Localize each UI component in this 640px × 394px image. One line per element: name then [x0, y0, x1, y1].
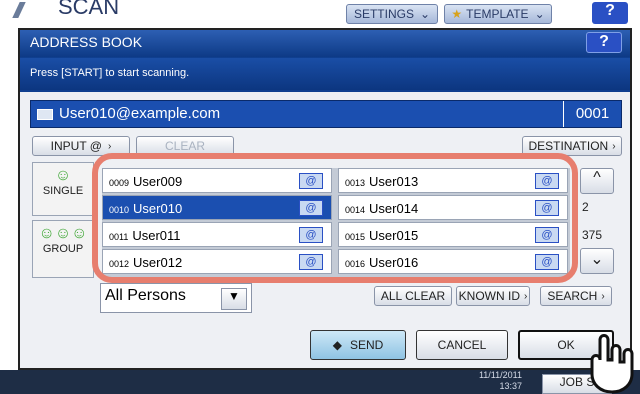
settings-button[interactable]: SETTINGS ⌄	[346, 4, 438, 24]
app-title: SCAN	[58, 0, 120, 19]
search-button[interactable]: SEARCH ›	[540, 286, 612, 306]
dropdown-arrow-icon: ▼	[221, 288, 247, 310]
chevron-right-icon: ›	[601, 290, 605, 302]
star-icon: ★	[451, 7, 463, 21]
filter-dropdown[interactable]: All Persons ▼	[100, 283, 252, 313]
dialog-title: ADDRESS BOOK ?	[20, 30, 630, 57]
chevron-right-icon: ›	[107, 140, 112, 152]
chevron-up-icon: ^	[593, 169, 601, 186]
chevron-down-icon: ⌄	[419, 7, 431, 21]
page-up-button[interactable]: ^	[580, 168, 614, 194]
scan-message: Press [START] to start scanning.	[20, 58, 630, 90]
help-button-top[interactable]: ?	[592, 2, 628, 24]
chevron-down-icon: ⌄	[590, 251, 604, 268]
selected-address-bar: User010@example.com 0001	[30, 100, 622, 128]
highlight-outline	[92, 153, 578, 283]
selected-address: User010@example.com	[59, 105, 221, 122]
all-clear-button[interactable]: ALL CLEAR	[374, 286, 452, 306]
dialog-help-button[interactable]: ?	[586, 32, 622, 53]
clock: 11/11/2011 13:37	[478, 370, 522, 391]
person-icon: ☺	[54, 167, 72, 184]
email-icon	[37, 109, 53, 120]
hand-cursor-icon	[590, 334, 634, 394]
tab-group[interactable]: ☺☺☺ GROUP	[32, 220, 94, 278]
chevron-right-icon: ›	[612, 140, 616, 152]
top-bar: SCAN SETTINGS ⌄ ★ TEMPLATE ⌄ ?	[0, 0, 640, 30]
cancel-button[interactable]: CANCEL	[416, 330, 508, 360]
selected-count: 0001	[563, 101, 621, 127]
send-icon: ◆	[332, 338, 342, 352]
known-id-button[interactable]: KNOWN ID ›	[456, 286, 530, 306]
chevron-down-icon: ⌄	[534, 7, 545, 21]
page-down-button[interactable]: ⌄	[580, 248, 614, 274]
page-current: 2	[582, 200, 589, 214]
page-total: 375	[582, 228, 603, 242]
send-button[interactable]: ◆ SEND	[310, 330, 406, 360]
group-icon: ☺☺☺	[38, 225, 88, 242]
template-button[interactable]: ★ TEMPLATE ⌄	[444, 4, 552, 24]
tab-single[interactable]: ☺ SINGLE	[32, 162, 94, 216]
scan-icon	[12, 2, 36, 18]
chevron-right-icon: ›	[524, 290, 528, 302]
